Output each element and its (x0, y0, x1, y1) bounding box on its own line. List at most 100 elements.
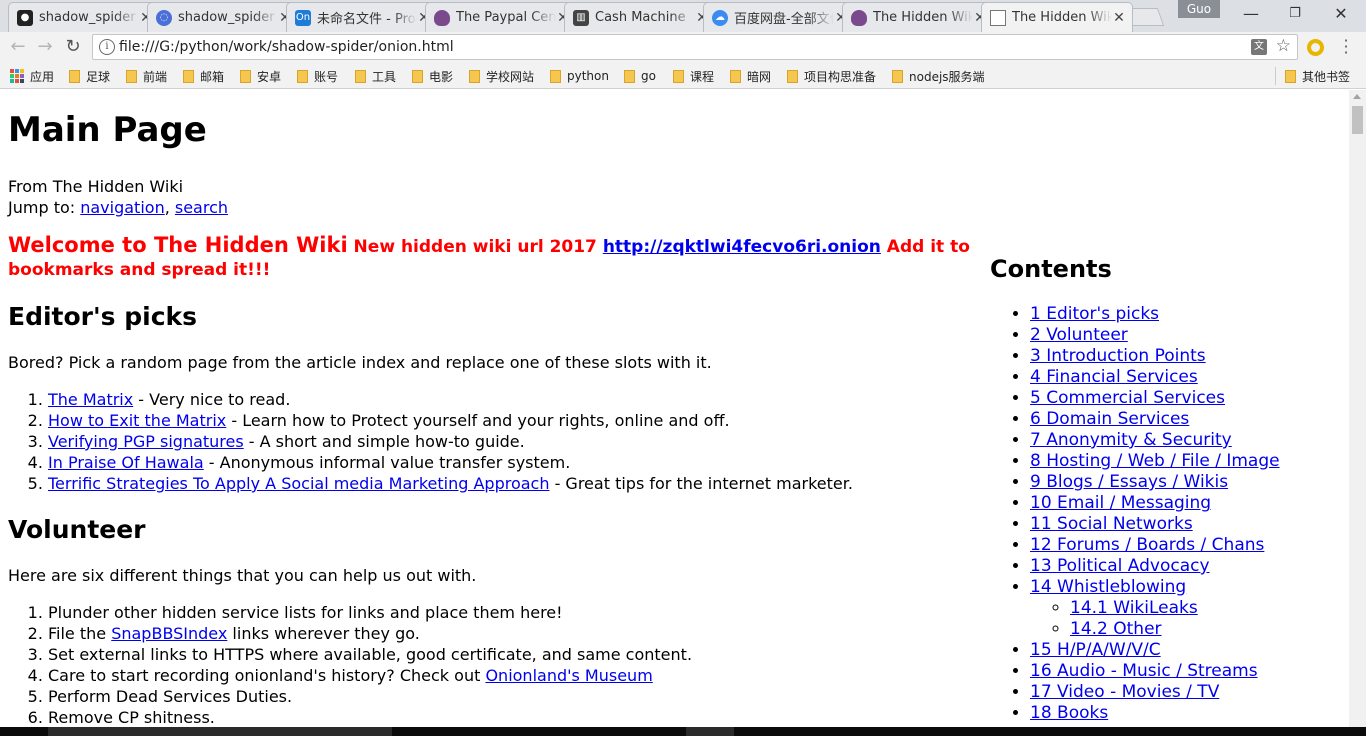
tab-cash-machine[interactable]: ▥ Cash Machine ✕ (564, 2, 716, 32)
tab-shadow-spider-github[interactable]: ● shadow_spider ✕ (8, 2, 160, 32)
toc-link[interactable]: 13 Political Advocacy (1030, 556, 1210, 576)
folder-icon (469, 69, 480, 83)
bookmark-folder[interactable]: nodejs服务端 (892, 67, 985, 85)
toc-link[interactable]: 14.2 Other (1070, 619, 1162, 639)
os-taskbar (0, 727, 1366, 736)
menu-icon[interactable]: · · · (1338, 33, 1354, 61)
article-link[interactable]: How to Exit the Matrix (48, 411, 226, 430)
tab-hidden-wiki[interactable]: The Hidden Wiki ✕ (842, 2, 994, 32)
github-icon: ● (17, 9, 33, 26)
back-arrow-icon[interactable]: ← (6, 35, 30, 59)
list-item: Terrific Strategies To Apply A Social me… (48, 473, 853, 494)
reload-icon[interactable]: ↻ (61, 35, 85, 59)
toc-link[interactable]: 1 Editor's picks (1030, 304, 1159, 324)
close-icon[interactable]: ✕ (1112, 10, 1126, 26)
scrollbar-thumb[interactable] (1352, 106, 1363, 134)
toc-link[interactable]: 3 Introduction Points (1030, 346, 1206, 366)
info-icon[interactable]: i (99, 39, 115, 55)
toc-link[interactable]: 14.1 WikiLeaks (1070, 598, 1198, 618)
profile-badge[interactable]: Guo (1178, 0, 1220, 18)
article-link[interactable]: Verifying PGP signatures (48, 432, 244, 451)
processon-icon: On (295, 9, 311, 26)
bookmark-folder[interactable]: 安卓 (240, 67, 281, 85)
table-of-contents: Contents 1 Editor's picks 2 Volunteer 3 … (990, 255, 1280, 723)
search-link[interactable]: search (175, 198, 228, 217)
list-item: Remove CP shitness. (48, 707, 692, 727)
toc-item: 16 Audio - Music / Streams (1030, 661, 1280, 682)
toc-link[interactable]: 16 Audio - Music / Streams (1030, 661, 1258, 681)
toc-item: 3 Introduction Points (1030, 346, 1280, 367)
folder-icon (240, 69, 251, 83)
article-link[interactable]: In Praise Of Hawala (48, 453, 204, 472)
window-close-icon[interactable]: ✕ (1318, 2, 1364, 28)
translate-icon[interactable]: 文 (1251, 39, 1267, 55)
address-bar[interactable]: i file:///G:/python/work/shadow-spider/o… (92, 34, 1298, 60)
bookmark-folder[interactable]: python (550, 67, 609, 85)
scroll-up-arrow-icon[interactable] (1353, 94, 1361, 99)
tab-title: shadow_spider (39, 10, 136, 25)
bookmark-folder[interactable]: go (624, 67, 656, 85)
bookmark-star-icon[interactable]: ☆ (1276, 36, 1291, 56)
bookmark-folder[interactable]: 暗网 (730, 67, 771, 85)
toc-item: 10 Email / Messaging (1030, 493, 1280, 514)
forward-arrow-icon[interactable]: → (33, 35, 57, 59)
tab-hidden-wiki-active[interactable]: The Hidden Wiki ✕ (981, 2, 1133, 32)
toc-link[interactable]: 6 Domain Services (1030, 409, 1189, 429)
list-item-text: - Great tips for the internet marketer. (549, 474, 853, 493)
toc-link[interactable]: 17 Video - Movies / TV (1030, 682, 1219, 702)
extension-icon[interactable] (1307, 39, 1324, 56)
taskbar-item[interactable] (686, 727, 734, 736)
list-item: Plunder other hidden service lists for l… (48, 602, 692, 623)
folder-icon (624, 69, 635, 83)
bookmark-folder[interactable]: 电影 (412, 67, 453, 85)
bookmark-label: nodejs服务端 (909, 69, 985, 84)
toc-link[interactable]: 10 Email / Messaging (1030, 493, 1211, 513)
bookmark-folder[interactable]: 前端 (126, 67, 167, 85)
toc-link[interactable]: 12 Forums / Boards / Chans (1030, 535, 1264, 555)
minimize-icon[interactable]: — (1228, 2, 1274, 28)
tab-processon[interactable]: On 未命名文件 - ProcessOn ✕ (286, 2, 438, 32)
restore-icon[interactable]: ❐ (1272, 2, 1318, 28)
bookmark-folder[interactable]: 项目构思准备 (787, 67, 876, 85)
bookmark-folder[interactable]: 学校网站 (469, 67, 534, 85)
toc-item: 7 Anonymity & Security (1030, 430, 1280, 451)
list-item: Perform Dead Services Duties. (48, 686, 692, 707)
toc-item: 17 Video - Movies / TV (1030, 682, 1280, 703)
bookmark-other[interactable]: 其他书签 (1285, 67, 1350, 85)
toc-item: 8 Hosting / Web / File / Image (1030, 451, 1280, 472)
toc-link[interactable]: 15 H/P/A/W/V/C (1030, 640, 1161, 660)
toc-link[interactable]: 7 Anonymity & Security (1030, 430, 1232, 450)
bookmark-apps[interactable]: 应用 (10, 67, 54, 85)
toc-link[interactable]: 9 Blogs / Essays / Wikis (1030, 472, 1228, 492)
toc-item: 2 Volunteer (1030, 325, 1280, 346)
onion-url-link[interactable]: http://zqktlwi4fecvo6ri.onion (603, 237, 881, 257)
bookmark-folder[interactable]: 足球 (69, 67, 110, 85)
bookmark-folder[interactable]: 课程 (673, 67, 714, 85)
onionland-museum-link[interactable]: Onionland's Museum (485, 666, 652, 685)
toc-subitem: 14.1 WikiLeaks (1070, 598, 1280, 619)
article-link[interactable]: The Matrix (48, 390, 133, 409)
toc-link[interactable]: 2 Volunteer (1030, 325, 1128, 345)
toc-link[interactable]: 11 Social Networks (1030, 514, 1193, 534)
snapbbsindex-link[interactable]: SnapBBSIndex (111, 624, 227, 643)
toc-link[interactable]: 5 Commercial Services (1030, 388, 1225, 408)
toc-link[interactable]: 8 Hosting / Web / File / Image (1030, 451, 1280, 471)
bookmark-label: 足球 (86, 69, 111, 84)
tab-shadow-spider[interactable]: ◌ shadow_spider ✕ (147, 2, 299, 32)
tab-paypal[interactable]: The Paypal Cent ✕ (425, 2, 577, 32)
address-url[interactable]: file:///G:/python/work/shadow-spider/oni… (119, 39, 454, 55)
vertical-scrollbar[interactable] (1349, 90, 1366, 727)
toc-link[interactable]: 14 Whistleblowing (1030, 577, 1186, 597)
taskbar-item[interactable] (48, 727, 392, 736)
list-item-text: - Learn how to Protect yourself and your… (226, 411, 730, 430)
article-link[interactable]: Terrific Strategies To Apply A Social me… (48, 474, 549, 493)
tab-baidu-pan[interactable]: ☁ 百度网盘-全部文件 ✕ (703, 2, 855, 32)
toc-item: 12 Forums / Boards / Chans (1030, 535, 1280, 556)
toc-link[interactable]: 18 Books (1030, 703, 1108, 723)
toc-link[interactable]: 4 Financial Services (1030, 367, 1198, 387)
list-item-text: Perform Dead Services Duties. (48, 687, 293, 706)
bookmark-folder[interactable]: 账号 (297, 67, 338, 85)
bookmark-folder[interactable]: 工具 (355, 67, 396, 85)
bookmark-folder[interactable]: 邮箱 (183, 67, 224, 85)
navigation-link[interactable]: navigation (80, 198, 164, 217)
